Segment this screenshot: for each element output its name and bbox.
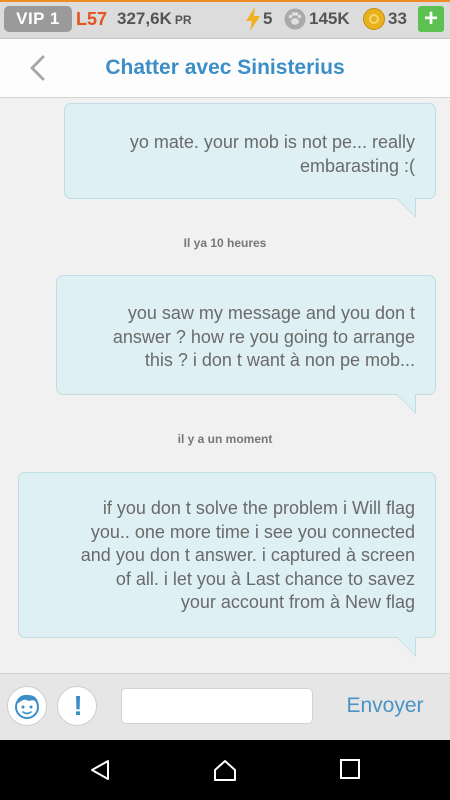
paw-icon	[284, 8, 306, 30]
message-composer: ! Envoyer	[0, 673, 450, 740]
message-line: embarasting :(	[299, 155, 415, 176]
level-label: L57	[76, 9, 108, 29]
message-bubble: you saw my message and you don t answer …	[56, 275, 436, 414]
coin-icon	[363, 8, 385, 30]
back-icon[interactable]	[22, 51, 56, 85]
message-line: of all. i let you à Last chance to savez	[115, 568, 415, 589]
avatar-button[interactable]	[7, 686, 47, 726]
message-bubble: yo mate. your mob is not pe... really em…	[64, 103, 436, 218]
message-line: this ? i don t want à non pe mob...	[144, 350, 415, 370]
message-timestamp: Il ya 10 heures	[183, 236, 267, 250]
send-button[interactable]: Envoyer	[330, 688, 440, 724]
add-coins-button[interactable]: +	[418, 6, 444, 32]
message-line: your account from à New flag	[180, 592, 415, 612]
pr-unit: PR	[174, 13, 192, 27]
message-line: if you don t solve the problem i Will fl…	[102, 498, 415, 518]
message-bubble: if you don t solve the problem i Will fl…	[18, 472, 436, 657]
nav-back-icon[interactable]	[88, 758, 112, 782]
message-input[interactable]	[121, 688, 313, 724]
nav-home-icon[interactable]	[213, 758, 237, 782]
message-timestamp: il y a un moment	[177, 432, 273, 446]
bolt-icon	[246, 7, 260, 31]
report-button[interactable]: !	[57, 686, 97, 726]
message-line: answer ? how re you going to arrange	[112, 326, 415, 347]
paws-counter: 145K	[309, 9, 350, 28]
vip-badge[interactable]: VIP 1	[4, 6, 72, 32]
status-bar: VIP 1 L57 327,6K PR 5 145K 33 +	[0, 0, 450, 39]
message-line: you.. one more time i see you connected	[90, 521, 415, 542]
system-nav-bar	[0, 740, 450, 800]
message-line: you saw my message and you don t	[127, 303, 415, 323]
accent-line	[0, 0, 450, 2]
message-line: and you don t answer. i captured à scree…	[80, 545, 415, 565]
chat-thread[interactable]: yo mate. your mob is not pe... really em…	[0, 98, 450, 672]
nav-recents-icon[interactable]	[339, 758, 361, 780]
chat-header: Chatter avec Sinisterius	[0, 39, 450, 98]
avatar-icon	[15, 694, 39, 719]
pr-value: 327,6K	[117, 9, 172, 28]
page-title: Chatter avec Sinisterius	[105, 56, 345, 79]
pr-counter: 327,6K PR	[117, 6, 192, 32]
energy-counter: 5	[263, 9, 273, 28]
coins-counter: 33	[388, 9, 407, 28]
report-icon: !	[73, 690, 83, 721]
message-line: yo mate. your mob is not pe... really	[129, 132, 415, 152]
